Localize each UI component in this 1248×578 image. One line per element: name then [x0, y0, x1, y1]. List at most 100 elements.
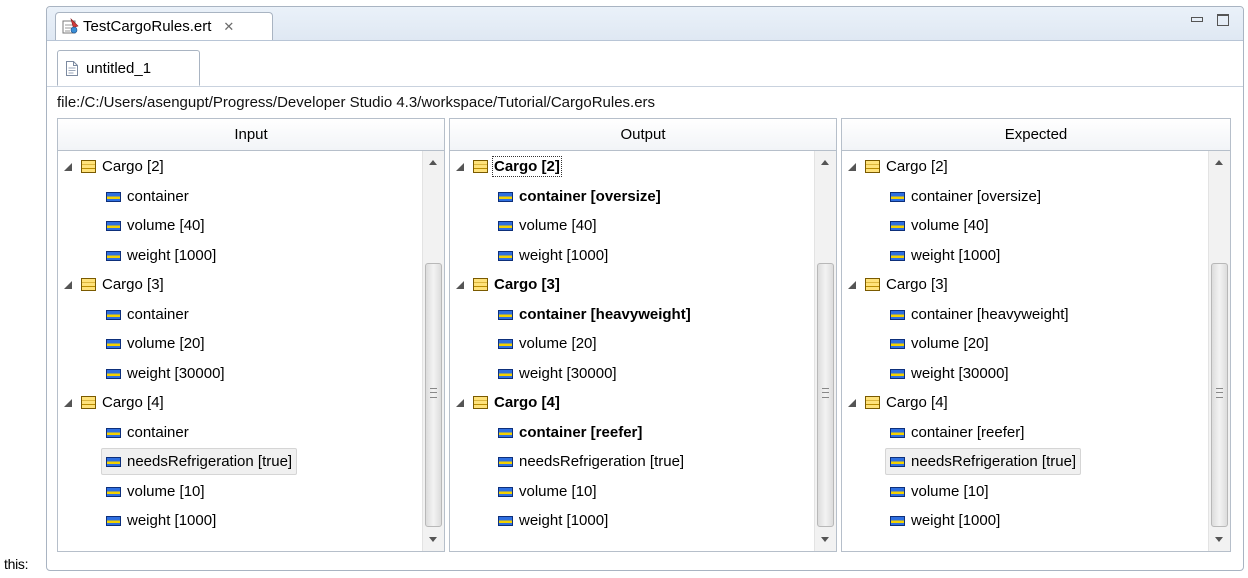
- scroll-thumb[interactable]: [425, 263, 442, 527]
- test-sheet-tab-bar: untitled_1: [47, 41, 1243, 87]
- tree-attribute[interactable]: volume [10]: [498, 478, 597, 505]
- entity-icon: [81, 278, 96, 291]
- tree-attribute[interactable]: weight [1000]: [890, 242, 1000, 269]
- grip-icon: [822, 388, 829, 398]
- tree-attribute[interactable]: weight [1000]: [890, 507, 1000, 534]
- attribute-icon: [106, 368, 121, 379]
- tree-node-label: Cargo [4]: [494, 394, 560, 411]
- scroll-up-icon[interactable]: [821, 160, 829, 165]
- tree-node-label: Cargo [2]: [492, 156, 562, 177]
- tree-attribute[interactable]: weight [1000]: [498, 507, 608, 534]
- tree-node-cargo[interactable]: Cargo [4]: [64, 389, 164, 416]
- expected-scrollbar[interactable]: [1208, 151, 1230, 551]
- tree-attribute-selected[interactable]: needsRefrigeration [true]: [885, 448, 1082, 475]
- attribute-icon: [498, 368, 513, 379]
- expand-icon[interactable]: [456, 398, 464, 407]
- tree-attribute[interactable]: weight [30000]: [498, 360, 617, 387]
- tree-attribute[interactable]: container: [106, 419, 189, 446]
- attribute-icon: [106, 486, 121, 497]
- tree-node-cargo[interactable]: Cargo [2]: [848, 153, 948, 180]
- attribute-label: container [heavyweight]: [519, 306, 691, 323]
- attribute-label: weight [1000]: [519, 247, 609, 264]
- attribute-label: weight [1000]: [519, 512, 609, 529]
- tree-attribute[interactable]: container [reefer]: [498, 419, 642, 446]
- attribute-label: container: [127, 188, 189, 205]
- attribute-label: needsRefrigeration [true]: [127, 453, 293, 470]
- tree-attribute[interactable]: weight [30000]: [890, 360, 1009, 387]
- tree-attribute[interactable]: container [heavyweight]: [890, 301, 1069, 328]
- minimize-icon[interactable]: [1191, 17, 1203, 22]
- tree-node-cargo[interactable]: Cargo [3]: [64, 271, 164, 298]
- attribute-icon: [890, 309, 905, 320]
- tree-node-cargo[interactable]: Cargo [4]: [848, 389, 948, 416]
- tree-attribute[interactable]: container: [106, 183, 189, 210]
- tab-untitled-1[interactable]: untitled_1: [57, 50, 200, 86]
- attribute-icon: [106, 338, 121, 349]
- tree-attribute[interactable]: container [oversize]: [498, 183, 661, 210]
- window-controls: [1191, 14, 1229, 26]
- output-tree[interactable]: Cargo [2] container [oversize] volume [4…: [450, 151, 814, 551]
- tree-attribute[interactable]: container [reefer]: [890, 419, 1024, 446]
- expand-icon[interactable]: [64, 280, 72, 289]
- attribute-icon: [498, 456, 513, 467]
- tree-attribute[interactable]: weight [1000]: [106, 242, 216, 269]
- attribute-label: weight [30000]: [911, 365, 1009, 382]
- expand-icon[interactable]: [456, 162, 464, 171]
- scroll-up-icon[interactable]: [1215, 160, 1223, 165]
- editor-tab[interactable]: TestCargoRules.ert ✕: [55, 12, 273, 40]
- tree-node-cargo[interactable]: Cargo [3]: [456, 271, 560, 298]
- tree-attribute[interactable]: weight [1000]: [498, 242, 608, 269]
- expand-icon[interactable]: [64, 398, 72, 407]
- tree-attribute[interactable]: container: [106, 301, 189, 328]
- close-icon[interactable]: ✕: [223, 19, 234, 35]
- tree-node-label: Cargo [3]: [102, 276, 164, 293]
- tree-attribute[interactable]: volume [40]: [498, 212, 597, 239]
- attribute-icon: [498, 515, 513, 526]
- attribute-label: volume [10]: [127, 483, 205, 500]
- tree-node-cargo[interactable]: Cargo [3]: [848, 271, 948, 298]
- scroll-thumb[interactable]: [1211, 263, 1228, 527]
- scroll-thumb[interactable]: [817, 263, 834, 527]
- expected-tree[interactable]: Cargo [2] container [oversize] volume [4…: [842, 151, 1208, 551]
- attribute-label: volume [40]: [127, 217, 205, 234]
- tree-attribute[interactable]: volume [20]: [106, 330, 205, 357]
- tree-attribute[interactable]: needsRefrigeration [true]: [498, 448, 684, 475]
- attribute-icon: [890, 191, 905, 202]
- tree-node-cargo[interactable]: Cargo [2]: [456, 153, 562, 180]
- scroll-down-icon[interactable]: [429, 537, 437, 542]
- expand-icon[interactable]: [848, 280, 856, 289]
- tree-attribute-selected[interactable]: needsRefrigeration [true]: [101, 448, 298, 475]
- expand-icon[interactable]: [848, 398, 856, 407]
- editor-tab-title: TestCargoRules.ert: [83, 18, 212, 35]
- tree-attribute[interactable]: weight [1000]: [106, 507, 216, 534]
- tree-attribute[interactable]: container [heavyweight]: [498, 301, 691, 328]
- output-scrollbar[interactable]: [814, 151, 836, 551]
- expand-icon[interactable]: [64, 162, 72, 171]
- attribute-label: container [reefer]: [519, 424, 643, 441]
- attribute-icon: [498, 250, 513, 261]
- tree-attribute[interactable]: volume [20]: [890, 330, 989, 357]
- tree-attribute[interactable]: container [oversize]: [890, 183, 1041, 210]
- tree-attribute[interactable]: volume [40]: [890, 212, 989, 239]
- attribute-label: volume [40]: [519, 217, 597, 234]
- attribute-icon: [106, 220, 121, 231]
- maximize-icon[interactable]: [1217, 14, 1229, 26]
- tree-attribute[interactable]: volume [20]: [498, 330, 597, 357]
- tree-attribute[interactable]: volume [10]: [106, 478, 205, 505]
- tree-node-cargo[interactable]: Cargo [2]: [64, 153, 164, 180]
- tree-node-cargo[interactable]: Cargo [4]: [456, 389, 560, 416]
- scroll-up-icon[interactable]: [429, 160, 437, 165]
- expected-pane: Expected Cargo [2] container [oversize] …: [841, 118, 1231, 552]
- tree-attribute[interactable]: volume [10]: [890, 478, 989, 505]
- scroll-down-icon[interactable]: [821, 537, 829, 542]
- expand-icon[interactable]: [456, 280, 464, 289]
- input-tree[interactable]: Cargo [2] container volume [40] weight […: [58, 151, 422, 551]
- scroll-down-icon[interactable]: [1215, 537, 1223, 542]
- input-scrollbar[interactable]: [422, 151, 444, 551]
- attribute-icon: [106, 250, 121, 261]
- tree-attribute[interactable]: volume [40]: [106, 212, 205, 239]
- input-pane: Input Cargo [2] container volume [40] we…: [57, 118, 445, 552]
- tree-attribute[interactable]: weight [30000]: [106, 360, 225, 387]
- test-panes: Input Cargo [2] container volume [40] we…: [57, 118, 1233, 552]
- expand-icon[interactable]: [848, 162, 856, 171]
